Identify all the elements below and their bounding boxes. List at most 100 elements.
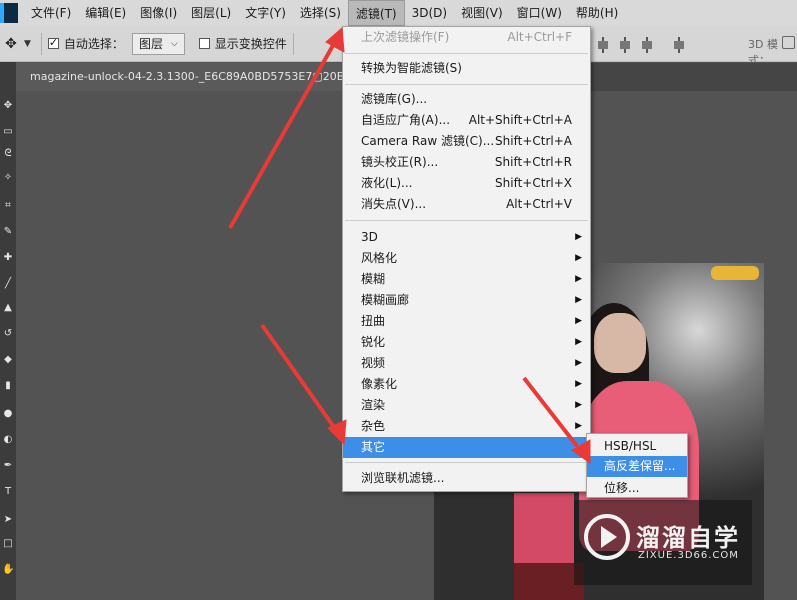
menu-item-label: 模糊画廊	[361, 293, 410, 307]
menu-item-blur-gallery[interactable]: 模糊画廊 ▶	[343, 290, 590, 311]
menu-item-shortcut: Alt+Shift+Ctrl+A	[468, 113, 572, 127]
healing-brush-icon[interactable]: ✚	[2, 252, 14, 264]
submenu-item-label: 位移...	[604, 481, 640, 495]
type-tool-icon[interactable]: T	[2, 486, 14, 498]
menu-item-label: 自适应广角(A)...	[361, 113, 451, 127]
auto-select-checkbox[interactable]	[47, 36, 59, 49]
menu-item-label: 上次滤镜操作(F)	[361, 30, 450, 44]
menu-item-label: Camera Raw 滤镜(C)...	[361, 134, 495, 148]
menu-edit[interactable]: 编辑(E)	[78, 0, 133, 26]
align-right-icon[interactable]	[640, 36, 654, 54]
eraser-tool-icon[interactable]: ◆	[2, 354, 14, 366]
magic-wand-icon[interactable]: ✧	[2, 172, 14, 184]
filter-menu: 上次滤镜操作(F) Alt+Ctrl+F 转换为智能滤镜(S) 滤镜库(G)..…	[342, 26, 591, 492]
menu-window[interactable]: 窗口(W)	[510, 0, 569, 26]
chevron-down-icon[interactable]: ▼	[24, 39, 31, 49]
photo-face	[594, 313, 646, 373]
align-left-icon[interactable]	[596, 36, 610, 54]
menu-item-other[interactable]: 其它 ▶	[343, 437, 590, 458]
dodge-tool-icon[interactable]: ◐	[2, 434, 14, 446]
menu-file[interactable]: 文件(F)	[24, 0, 78, 26]
document-tab[interactable]: magazine-unlock-04-2.3.1300-_E6C89A0BD57…	[16, 63, 346, 91]
menu-item-lens-correction[interactable]: 镜头校正(R)... Shift+Ctrl+R	[343, 152, 590, 173]
move-tool-icon[interactable]: ✥	[2, 100, 14, 112]
submenu-arrow-icon: ▶	[575, 337, 582, 347]
menu-item-blur[interactable]: 模糊 ▶	[343, 269, 590, 290]
menu-item-label: 模糊	[361, 272, 386, 286]
watermark-title: 溜溜自学	[636, 524, 740, 552]
menu-item-filter-gallery[interactable]: 滤镜库(G)...	[343, 89, 590, 110]
watermark: 溜溜自学 ZIXUE.3D66.COM	[574, 500, 752, 585]
menu-filter[interactable]: 滤镜(T)	[347, 0, 405, 26]
path-select-icon[interactable]: ➤	[2, 514, 14, 526]
menu-item-label: 滤镜库(G)...	[361, 92, 428, 106]
menubar: 文件(F) 编辑(E) 图像(I) 图层(L) 文字(Y) 选择(S) 滤镜(T…	[0, 0, 797, 26]
divider	[292, 32, 294, 55]
menu-item-render[interactable]: 渲染 ▶	[343, 395, 590, 416]
eyedropper-icon[interactable]: ✎	[2, 226, 14, 238]
menu-item-liquify[interactable]: 液化(L)... Shift+Ctrl+X	[343, 173, 590, 194]
show-transform-checkbox[interactable]	[198, 38, 210, 49]
menu-item-distort[interactable]: 扭曲 ▶	[343, 311, 590, 332]
menu-item-camera-raw[interactable]: Camera Raw 滤镜(C)... Shift+Ctrl+A	[343, 131, 590, 152]
menu-item-adaptive-wide-angle[interactable]: 自适应广角(A)... Alt+Shift+Ctrl+A	[343, 110, 590, 131]
menu-item-label: 镜头校正(R)...	[361, 155, 439, 169]
menu-layer[interactable]: 图层(L)	[184, 0, 238, 26]
menu-item-label: 其它	[361, 440, 386, 454]
menu-item-pixelate[interactable]: 像素化 ▶	[343, 374, 590, 395]
marquee-tool-icon[interactable]: ▭	[2, 126, 14, 138]
menu-item-label: 像素化	[361, 377, 398, 391]
menu-type[interactable]: 文字(Y)	[238, 0, 293, 26]
submenu-arrow-icon: ▶	[575, 274, 582, 284]
photoshop-window: 文件(F) 编辑(E) 图像(I) 图层(L) 文字(Y) 选择(S) 滤镜(T…	[0, 0, 797, 600]
crop-tool-icon[interactable]: ⌗	[2, 200, 14, 212]
menu-view[interactable]: 视图(V)	[454, 0, 510, 26]
menu-item-label: 转换为智能滤镜(S)	[361, 61, 462, 75]
menu-item-shortcut: Shift+Ctrl+R	[494, 155, 572, 169]
submenu-item-high-pass[interactable]: 高反差保留...	[587, 456, 687, 477]
3d-rotate-icon[interactable]	[782, 36, 795, 49]
lasso-tool-icon[interactable]: ᘓ	[2, 148, 14, 160]
menu-item-label: 浏览联机滤镜...	[361, 471, 445, 485]
menu-item-video[interactable]: 视频 ▶	[343, 353, 590, 374]
history-brush-icon[interactable]: ↺	[2, 328, 14, 340]
menu-3d[interactable]: 3D(D)	[405, 0, 454, 26]
photo-taxi-light	[711, 266, 759, 280]
menu-item-noise[interactable]: 杂色 ▶	[343, 416, 590, 437]
menu-help[interactable]: 帮助(H)	[569, 0, 625, 26]
watermark-url: ZIXUE.3D66.COM	[638, 550, 739, 561]
clone-stamp-icon[interactable]: ▲	[2, 302, 14, 314]
submenu-arrow-icon: ▶	[575, 295, 582, 305]
menu-item-last-filter[interactable]: 上次滤镜操作(F) Alt+Ctrl+F	[343, 27, 590, 48]
menu-item-convert-smart-filter[interactable]: 转换为智能滤镜(S)	[343, 58, 590, 79]
submenu-item-label: HSB/HSL	[604, 439, 657, 453]
menu-select[interactable]: 选择(S)	[293, 0, 348, 26]
submenu-arrow-icon: ▶	[575, 421, 582, 431]
gradient-tool-icon[interactable]: ▮	[2, 380, 14, 392]
shape-tool-icon[interactable]: □	[2, 538, 14, 550]
auto-select-target-dropdown[interactable]: 图层 ⌵	[131, 32, 185, 55]
brush-tool-icon[interactable]: ╱	[2, 278, 14, 290]
submenu-item-offset[interactable]: 位移...	[587, 478, 687, 499]
blur-tool-icon[interactable]: ●	[2, 408, 14, 420]
align-buttons	[596, 36, 686, 54]
menu-item-3d[interactable]: 3D ▶	[343, 227, 590, 248]
hand-tool-icon[interactable]: ✋	[2, 564, 14, 576]
menu-item-label: 渲染	[361, 398, 386, 412]
menu-item-stylize[interactable]: 风格化 ▶	[343, 248, 590, 269]
menu-item-sharpen[interactable]: 锐化 ▶	[343, 332, 590, 353]
menu-item-shortcut: Shift+Ctrl+A	[495, 134, 572, 148]
submenu-arrow-icon: ▶	[575, 232, 582, 242]
distribute-icon[interactable]	[672, 36, 686, 54]
move-tool-icon[interactable]: ✥	[2, 36, 20, 52]
menu-item-vanishing-point[interactable]: 消失点(V)... Alt+Ctrl+V	[343, 194, 590, 215]
auto-select-target-value: 图层	[138, 37, 163, 51]
menu-item-label: 杂色	[361, 419, 386, 433]
menu-item-browse-online-filters[interactable]: 浏览联机滤镜...	[343, 468, 590, 489]
submenu-arrow-icon: ▶	[575, 379, 582, 389]
menu-item-shortcut: Alt+Ctrl+V	[506, 197, 572, 211]
align-center-icon[interactable]	[618, 36, 632, 54]
submenu-item-hsb-hsl[interactable]: HSB/HSL	[587, 436, 687, 457]
pen-tool-icon[interactable]: ✒	[2, 460, 14, 472]
menu-image[interactable]: 图像(I)	[133, 0, 184, 26]
